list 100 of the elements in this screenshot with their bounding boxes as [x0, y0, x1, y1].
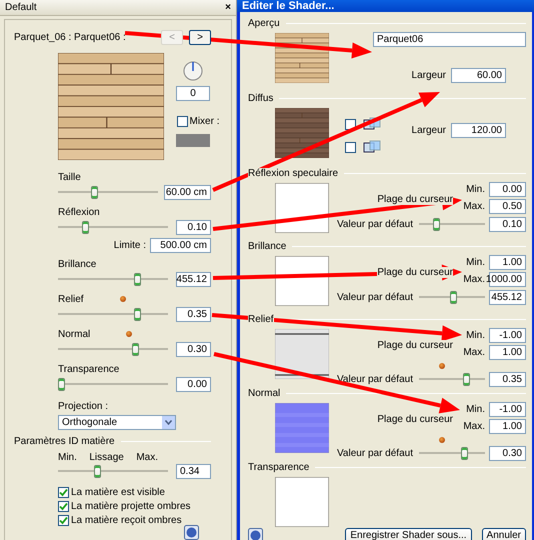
limit-label: Limite :	[114, 240, 146, 251]
default-label: Valeur par défaut	[337, 218, 413, 230]
image-icon[interactable]	[363, 117, 381, 131]
section-title: Diffus	[248, 92, 274, 104]
dialog-title: Editer le Shader...	[242, 0, 334, 12]
slider-label: Relief	[58, 294, 84, 304]
slider-thumb[interactable]	[450, 290, 458, 304]
min-label: Min.	[465, 404, 485, 415]
min-field[interactable]: -1.00	[489, 328, 526, 343]
range-label: Plage du curseur	[377, 194, 453, 205]
slider-thumb[interactable]	[82, 221, 89, 234]
slider-thumb[interactable]	[58, 378, 65, 391]
slider-label: Normal	[58, 328, 90, 340]
checkbox[interactable]	[345, 118, 356, 130]
range-label: Plage du curseur	[377, 414, 453, 425]
wood-texture-thumbnail	[275, 33, 329, 83]
name-field[interactable]: Parquet06	[373, 32, 526, 47]
projection-dropdown[interactable]: Orthogonale	[58, 415, 176, 430]
range-label: Plage du curseur	[377, 340, 453, 351]
slider-thumb[interactable]	[134, 308, 142, 321]
projection-label: Projection :	[58, 401, 108, 412]
slider-thumb[interactable]	[433, 218, 440, 230]
blank-thumbnail	[275, 183, 329, 233]
max-label: Max.	[462, 201, 485, 212]
image-icon[interactable]	[363, 140, 381, 154]
slider-label: Brillance	[58, 258, 96, 270]
min-field[interactable]: 0.00	[489, 182, 526, 197]
panel-title: Default	[5, 2, 37, 13]
material-name: Parquet_06 : Parquet06 :	[14, 32, 126, 42]
min-label: Min.	[465, 257, 485, 268]
value-field[interactable]: 0.10	[176, 220, 211, 235]
mixer-checkbox[interactable]	[176, 116, 188, 127]
default-field[interactable]: 455.12	[489, 290, 526, 304]
section-title: Aperçu	[248, 18, 280, 28]
wood-texture-thumbnail	[275, 108, 329, 158]
normal-map-thumbnail	[275, 403, 329, 453]
min-label: Min.	[465, 184, 485, 195]
default-label: Valeur par défaut	[337, 292, 413, 302]
value-field[interactable]: 60.00 cm	[164, 185, 211, 200]
section-title: Relief	[248, 314, 274, 324]
help-icon[interactable]	[248, 528, 263, 540]
default-field[interactable]: 0.35	[489, 372, 526, 386]
default-label: Valeur par défaut	[337, 448, 413, 458]
slider-thumb[interactable]	[132, 343, 140, 356]
min-label: Min.	[465, 330, 485, 341]
value-field[interactable]: 0.30	[176, 342, 211, 357]
checkbox-label: La matière projette ombres	[71, 500, 191, 512]
min-field[interactable]: -1.00	[489, 402, 526, 417]
default-label: Valeur par défaut	[337, 374, 413, 384]
blank-thumbnail	[275, 256, 329, 306]
width-field[interactable]: 120.00	[451, 123, 506, 138]
slider-thumb[interactable]	[94, 465, 102, 478]
dialog-button[interactable]: Enregistrer Shader sous...	[345, 528, 472, 540]
default-field[interactable]: 0.30	[489, 446, 526, 460]
range-label: Plage du curseur	[377, 267, 453, 278]
rotation-field[interactable]: 0	[176, 86, 210, 101]
max-field[interactable]: 1.00	[489, 345, 526, 360]
smoothing-label: Lissage	[89, 452, 124, 463]
checkbox[interactable]	[58, 514, 69, 526]
width-label: Largeur	[412, 125, 446, 136]
value-field[interactable]: 0.35	[176, 307, 211, 322]
group-title: Paramètres ID matière	[14, 436, 115, 447]
value-field[interactable]: 0.34	[176, 464, 211, 479]
slider-thumb[interactable]	[90, 186, 98, 199]
checkbox[interactable]	[58, 486, 69, 498]
max-field[interactable]: 1.00	[489, 419, 526, 434]
width-field[interactable]: 60.00	[451, 68, 506, 83]
section-title: Transparence	[248, 462, 310, 472]
max-label: Max.	[462, 274, 485, 285]
value-field[interactable]: 0.00	[176, 377, 211, 392]
slider-label: Réflexion	[58, 206, 100, 218]
limit-field[interactable]: 500.00 cm	[150, 238, 211, 253]
rotation-dial-icon[interactable]	[182, 59, 204, 81]
close-button[interactable]: ×	[225, 2, 231, 13]
slider-label: Taille	[58, 172, 81, 182]
max-field[interactable]: 0.50	[489, 199, 526, 214]
min-field[interactable]: 1.00	[489, 255, 526, 270]
section-title: Réflexion speculaire	[248, 168, 338, 178]
slider-thumb[interactable]	[134, 273, 142, 286]
checkbox[interactable]	[345, 142, 356, 152]
blank-thumbnail	[275, 477, 329, 527]
value-field[interactable]: 455.12	[176, 272, 211, 287]
color-swatch[interactable]	[176, 134, 210, 147]
dialog-button[interactable]: Annuler	[482, 528, 526, 540]
section-title: Normal	[248, 388, 280, 398]
section-title: Brillance	[248, 240, 286, 252]
default-field[interactable]: 0.10	[489, 216, 526, 232]
max-field[interactable]: 1000.00	[489, 272, 526, 287]
slider-thumb[interactable]	[463, 372, 470, 386]
slider-label: Transparence	[58, 364, 120, 374]
max-label: Max.	[136, 452, 158, 463]
min-label: Min.	[58, 452, 77, 463]
help-icon[interactable]	[184, 525, 199, 540]
checkbox-label: La matière reçoit ombres	[71, 514, 182, 526]
checkbox-label: La matière est visible	[71, 486, 165, 498]
max-label: Max.	[462, 421, 485, 432]
checkbox[interactable]	[58, 500, 69, 512]
nav-button[interactable]: >	[189, 30, 211, 44]
max-label: Max.	[462, 347, 485, 358]
slider-thumb[interactable]	[461, 446, 468, 460]
